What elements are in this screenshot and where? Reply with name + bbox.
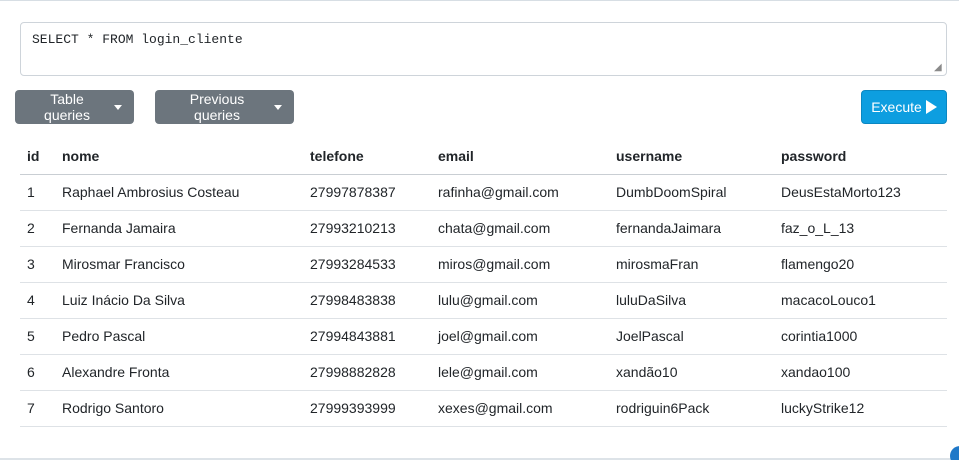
cell-email: rafinha@gmail.com xyxy=(431,174,609,211)
cell-nome: Luiz Inácio Da Silva xyxy=(55,282,303,319)
column-header-email[interactable]: email xyxy=(431,138,609,175)
caret-down-icon xyxy=(274,105,282,110)
execute-label: Execute xyxy=(871,99,922,115)
cell-email: xexes@gmail.com xyxy=(431,390,609,427)
cell-id: 7 xyxy=(20,390,55,427)
table-queries-button[interactable]: Table queries xyxy=(15,90,134,124)
table-row[interactable]: 3 Mirosmar Francisco 27993284533 miros@g… xyxy=(20,246,947,283)
cell-telefone: 27998483838 xyxy=(303,282,431,319)
cell-password: faz_o_L_13 xyxy=(774,210,947,247)
table-row[interactable]: 1 Raphael Ambrosius Costeau 27997878387 … xyxy=(20,174,947,211)
table-row[interactable]: 7 Rodrigo Santoro 27999393999 xexes@gmai… xyxy=(20,390,947,427)
cell-telefone: 27993210213 xyxy=(303,210,431,247)
cell-nome: Rodrigo Santoro xyxy=(55,390,303,427)
sql-query-input[interactable] xyxy=(20,22,947,76)
cell-username: mirosmaFran xyxy=(609,246,774,283)
cell-email: lulu@gmail.com xyxy=(431,282,609,319)
cell-telefone: 27997878387 xyxy=(303,174,431,211)
cell-telefone: 27999393999 xyxy=(303,390,431,427)
cell-password: luckyStrike12 xyxy=(774,390,947,427)
table-row[interactable]: 6 Alexandre Fronta 27998882828 lele@gmai… xyxy=(20,354,947,391)
cell-username: JoelPascal xyxy=(609,318,774,355)
table-row[interactable]: 2 Fernanda Jamaira 27993210213 chata@gma… xyxy=(20,210,947,247)
cell-email: lele@gmail.com xyxy=(431,354,609,391)
cell-password: flamengo20 xyxy=(774,246,947,283)
column-header-nome[interactable]: nome xyxy=(55,138,303,175)
caret-down-icon xyxy=(114,105,122,110)
cell-id: 2 xyxy=(20,210,55,247)
cell-telefone: 27994843881 xyxy=(303,318,431,355)
cell-telefone: 27993284533 xyxy=(303,246,431,283)
column-header-username[interactable]: username xyxy=(609,138,774,175)
cell-email: chata@gmail.com xyxy=(431,210,609,247)
table-header-row: id nome telefone email username password xyxy=(20,138,947,175)
previous-queries-button[interactable]: Previous queries xyxy=(155,90,294,124)
cell-username: DumbDoomSpiral xyxy=(609,174,774,211)
execute-button[interactable]: Execute xyxy=(861,90,947,124)
cell-telefone: 27998882828 xyxy=(303,354,431,391)
cell-username: fernandaJaimara xyxy=(609,210,774,247)
column-header-password[interactable]: password xyxy=(774,138,947,175)
column-header-id[interactable]: id xyxy=(20,138,55,175)
cell-id: 6 xyxy=(20,354,55,391)
cell-nome: Mirosmar Francisco xyxy=(55,246,303,283)
cell-nome: Raphael Ambrosius Costeau xyxy=(55,174,303,211)
cell-id: 1 xyxy=(20,174,55,211)
cell-username: luluDaSilva xyxy=(609,282,774,319)
table-row[interactable]: 5 Pedro Pascal 27994843881 joel@gmail.co… xyxy=(20,318,947,355)
cell-id: 4 xyxy=(20,282,55,319)
table-queries-label: Table queries xyxy=(44,91,90,123)
cell-nome: Pedro Pascal xyxy=(55,318,303,355)
cell-id: 3 xyxy=(20,246,55,283)
previous-queries-label: Previous queries xyxy=(189,91,245,123)
results-table: id nome telefone email username password… xyxy=(20,138,947,427)
cell-username: xandão10 xyxy=(609,354,774,391)
cell-username: rodriguin6Pack xyxy=(609,390,774,427)
cell-password: DeusEstaMorto123 xyxy=(774,174,947,211)
cell-id: 5 xyxy=(20,318,55,355)
query-panel: ◢ Table queries Previous queries Execute… xyxy=(0,0,959,460)
cell-email: joel@gmail.com xyxy=(431,318,609,355)
table-row[interactable]: 4 Luiz Inácio Da Silva 27998483838 lulu@… xyxy=(20,282,947,319)
cell-password: corintia1000 xyxy=(774,318,947,355)
play-icon xyxy=(925,100,937,114)
cell-email: miros@gmail.com xyxy=(431,246,609,283)
cell-nome: Fernanda Jamaira xyxy=(55,210,303,247)
cell-password: macacoLouco1 xyxy=(774,282,947,319)
cell-password: xandao100 xyxy=(774,354,947,391)
column-header-telefone[interactable]: telefone xyxy=(303,138,431,175)
cell-nome: Alexandre Fronta xyxy=(55,354,303,391)
